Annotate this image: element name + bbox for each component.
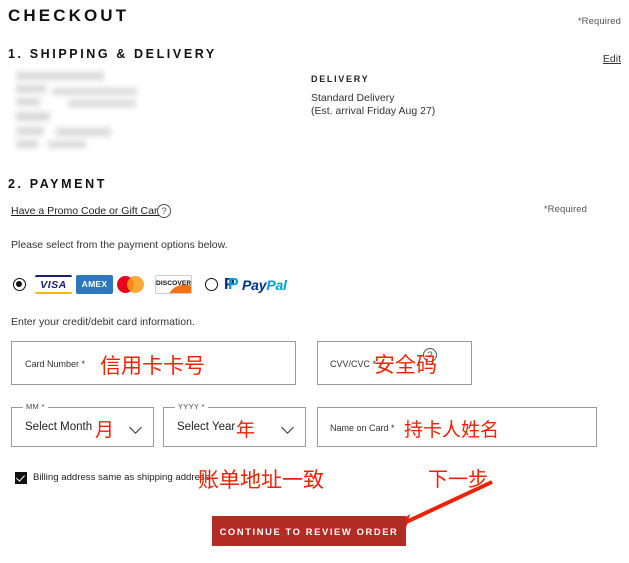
- card-info-instruction: Enter your credit/debit card information…: [11, 316, 195, 328]
- payment-options-instruction: Please select from the payment options b…: [11, 239, 228, 251]
- required-note-shipping: *Required: [577, 16, 621, 27]
- page-title: CHECKOUT: [8, 6, 130, 25]
- visa-logo: VISA: [35, 275, 72, 294]
- shipping-address-redacted: [8, 70, 158, 148]
- continue-to-review-order-button[interactable]: CONTINUE TO REVIEW ORDER: [212, 516, 406, 546]
- annotation-next-step: 下一步: [428, 467, 488, 491]
- redacted-line: [16, 72, 104, 80]
- annotation-name-on-card: 持卡人姓名: [404, 419, 500, 441]
- redacted-line: [16, 112, 50, 121]
- delivery-estimate: (Est. arrival Friday Aug 27): [311, 105, 436, 117]
- redacted-line: [68, 100, 136, 107]
- edit-shipping-link[interactable]: Edit: [603, 53, 621, 65]
- question-mark-icon[interactable]: ?: [157, 204, 171, 218]
- section-heading-payment: 2. PAYMENT: [8, 177, 107, 191]
- annotation-billing: 账单地址一致: [198, 468, 324, 492]
- billing-address-checkbox[interactable]: [15, 472, 27, 484]
- required-note-payment: *Required: [543, 204, 587, 215]
- mastercard-logo: [117, 275, 150, 294]
- radio-credit-card[interactable]: [13, 278, 26, 291]
- card-number-label: Card Number *: [25, 359, 86, 369]
- redacted-line: [52, 88, 137, 95]
- expiry-year-select[interactable]: YYYY * Select Year: [163, 402, 306, 447]
- expiry-year-notch-label: YYYY *: [175, 402, 208, 411]
- cvv-label: CVV/CVC *: [330, 359, 377, 369]
- annotation-cvv: 安全码: [374, 353, 437, 377]
- discover-wordmark: DISCOVER: [156, 280, 192, 287]
- redacted-line: [16, 98, 40, 106]
- annotation-year: 年: [236, 419, 256, 441]
- name-on-card-label: Name on Card *: [330, 423, 395, 433]
- paypal-word-pal: Pal: [266, 276, 287, 293]
- delivery-heading: DELIVERY: [311, 74, 370, 84]
- redacted-line: [48, 141, 86, 148]
- expiry-month-notch-label: MM *: [23, 402, 48, 411]
- chevron-down-icon: [281, 421, 294, 434]
- redacted-line: [16, 85, 46, 93]
- redacted-line: [16, 127, 44, 135]
- mastercard-circle-right: [127, 276, 144, 293]
- paypal-word-pay: Pay: [242, 276, 267, 293]
- checkout-page: CHECKOUT *Required 1. SHIPPING & DELIVER…: [0, 0, 629, 563]
- annotation-month: 月: [95, 419, 115, 441]
- expiry-month-value: Select Month: [25, 421, 93, 433]
- promo-code-link[interactable]: Have a Promo Code or Gift Card?: [11, 205, 169, 217]
- expiry-month-select[interactable]: MM * Select Month: [11, 402, 154, 447]
- paypal-p-icon: P P: [224, 276, 239, 293]
- billing-address-label: Billing address same as shipping address: [33, 472, 210, 483]
- section-heading-shipping: 1. SHIPPING & DELIVERY: [8, 47, 217, 61]
- radio-paypal[interactable]: [205, 278, 218, 291]
- redacted-line: [56, 128, 111, 136]
- paypal-logo: P P PayPal: [224, 275, 287, 294]
- amex-logo: AMEX: [76, 275, 113, 294]
- discover-logo: DISCOVER: [155, 275, 192, 294]
- annotation-card-number: 信用卡卡号: [100, 354, 205, 378]
- redacted-line: [16, 140, 38, 148]
- delivery-method: Standard Delivery: [311, 92, 395, 104]
- chevron-down-icon: [129, 421, 142, 434]
- expiry-year-value: Select Year: [177, 421, 236, 433]
